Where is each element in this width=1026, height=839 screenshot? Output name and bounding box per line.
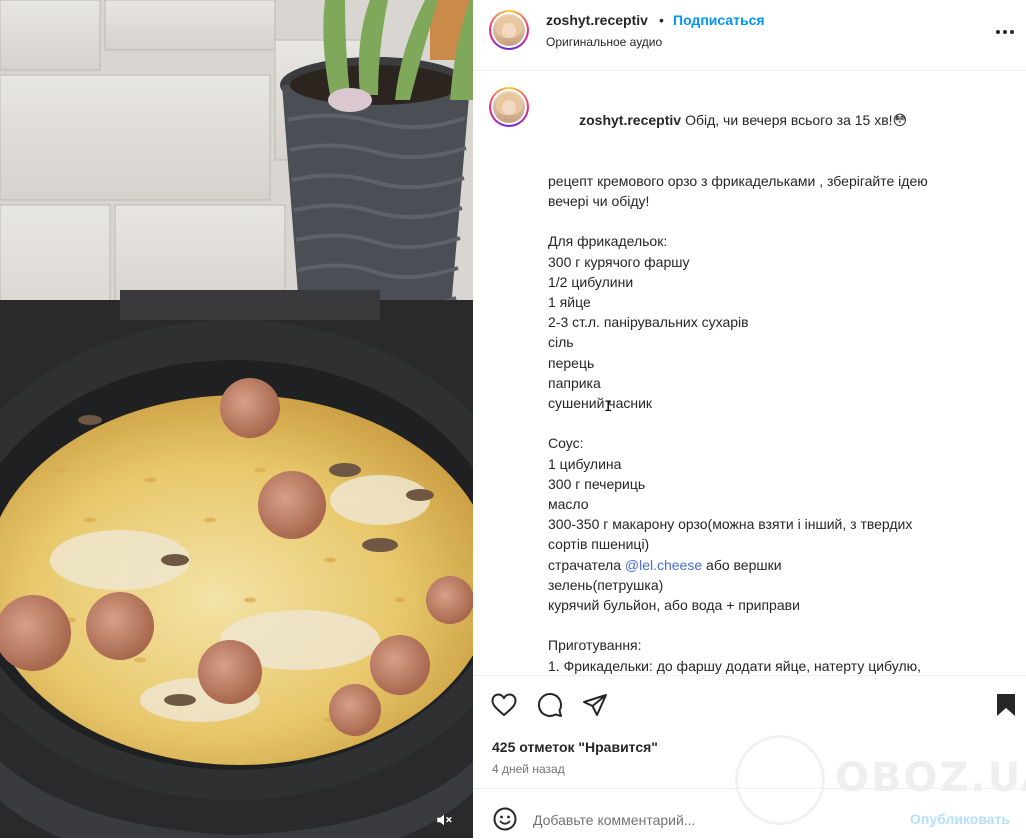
mute-button[interactable] [432, 808, 456, 832]
post-timestamp[interactable]: 4 дней назад [492, 762, 565, 776]
heart-icon [491, 693, 517, 717]
caption-lines: рецепт кремового орзо з фрикадельками , … [548, 151, 998, 555]
like-button[interactable] [490, 691, 518, 719]
comment-bar: Опубликовать [473, 788, 1026, 839]
mention-link[interactable]: @lel.cheese [625, 557, 702, 573]
caption-lines-after: зелень(петрушка) курячий бульйон, або вод… [548, 575, 998, 675]
post-details-panel: zoshyt.receptiv • Подписаться Оригинальн… [473, 0, 1026, 838]
emoji-button[interactable] [492, 806, 518, 832]
caption-line: Для фрикадельок: [548, 233, 668, 250]
caption-line: 1/2 цибулини [548, 273, 634, 290]
caption-line: 1 яйце [548, 294, 591, 310]
caption-line: сіль [548, 334, 574, 351]
follow-button[interactable]: Подписаться [673, 12, 765, 28]
more-options-button[interactable] [993, 20, 1017, 44]
mention-prefix: страчатела [548, 556, 625, 573]
more-dots-icon [996, 30, 1014, 34]
caption-line [548, 615, 998, 635]
post-actions: 425 отметок "Нравится" 4 дней назад [473, 675, 1026, 789]
post-header: zoshyt.receptiv • Подписаться Оригинальн… [473, 0, 1026, 71]
caption-line: сортів пшениці) [548, 536, 650, 553]
author-avatar[interactable] [489, 10, 529, 50]
caption-line [548, 211, 998, 231]
text-cursor-icon: I [604, 399, 613, 415]
caption-text: zoshyt.receptiv Обід, чи вечеря всього за… [548, 90, 998, 675]
caption-line: 1. Фрикадельки: до фаршу додати яйце, на… [548, 657, 922, 674]
caption-line: 300-350 г макарону орзо(можна взяти і ін… [548, 516, 913, 533]
save-button[interactable] [992, 691, 1020, 719]
caption-line: рецепт кремового орзо з фрикадельками , … [548, 172, 928, 189]
share-button[interactable] [581, 691, 609, 719]
caption-line [548, 151, 998, 171]
caption-line: 1 цибулина [548, 455, 622, 472]
caption-line: курячий бульйон, або вода + приправи [548, 597, 800, 614]
caption-mention-line: страчатела @lel.cheese або вершки [548, 555, 998, 575]
emoji-icon [493, 807, 517, 831]
caption-line: перець [548, 354, 595, 371]
video-frame [0, 0, 473, 838]
caption-line: 2-3 ст.л. панірувальних сухарів [548, 314, 749, 331]
caption-title: Обід, чи вечеря всього за 15 хв!😳 [685, 112, 908, 129]
caption-line [548, 413, 998, 433]
caption-line: 300 г курячого фаршу [548, 253, 690, 270]
caption-line: масло [548, 496, 589, 513]
separator-dot: • [659, 12, 664, 28]
caption-line: вечері чи обіду! [548, 193, 650, 209]
caption-line: паприка [548, 374, 601, 391]
caption-line: сушений часник [548, 395, 653, 412]
audio-label[interactable]: Оригинальное аудио [546, 35, 662, 49]
caption-line: зелень(петрушка) [548, 576, 664, 593]
comment-icon [538, 693, 562, 717]
bookmark-icon [997, 694, 1015, 716]
comment-button[interactable] [536, 691, 564, 719]
share-icon [583, 694, 607, 716]
comment-input[interactable] [533, 809, 873, 831]
mention-suffix: або вершки [702, 556, 782, 573]
caption-username[interactable]: zoshyt.receptiv [579, 112, 681, 128]
caption-line: 300 г печериць [548, 475, 646, 492]
caption-author-avatar[interactable] [489, 87, 529, 127]
caption-line: Соус: [548, 435, 584, 452]
likes-count[interactable]: 425 отметок "Нравится" [492, 739, 658, 755]
caption-line: Приготування: [548, 637, 642, 654]
author-username[interactable]: zoshyt.receptiv [546, 12, 648, 28]
video-player[interactable] [0, 0, 473, 838]
muted-speaker-icon [437, 814, 452, 826]
post-comment-button[interactable]: Опубликовать [910, 811, 1010, 827]
caption-area: zoshyt.receptiv Обід, чи вечеря всього за… [473, 71, 1026, 675]
